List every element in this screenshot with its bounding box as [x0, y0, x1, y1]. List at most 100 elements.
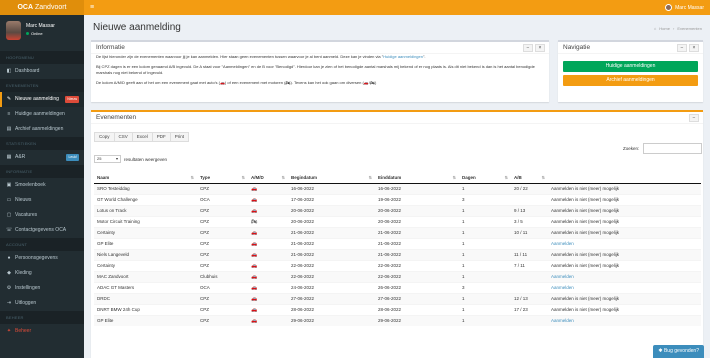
breadcrumb-home[interactable]: Home — [659, 26, 670, 31]
sidebar-section-header: STATISTIEKEN — [0, 137, 84, 150]
pdf-button[interactable]: PDF — [151, 132, 171, 142]
car-icon: 🚗 — [251, 229, 258, 236]
register-link[interactable]: Aanmelden — [551, 318, 574, 323]
csv-button[interactable]: CSV — [113, 132, 133, 142]
table-cell: 1 — [459, 226, 511, 238]
sidebar-item-vacatures[interactable]: ▢ Vacatures — [0, 208, 84, 223]
copy-button[interactable]: Copy — [94, 132, 115, 142]
column-header[interactable]: Dagen ⇅ — [459, 172, 511, 184]
table-cell: DNRT BMW 24h Cup — [94, 303, 197, 315]
page-length-select[interactable]: 25 — [94, 155, 121, 163]
table-cell: 20-06-2022 — [375, 215, 459, 227]
table-row: SRO Testeiddag CPZ 🚗 16-06-2022 16-06-2022 1 2… — [94, 182, 701, 194]
register-link[interactable]: Aanmelden — [551, 274, 574, 279]
column-header[interactable]: Type ⇅ — [197, 172, 248, 184]
sidebar-item-kleding[interactable]: ◆ Kleding — [0, 266, 84, 281]
table-cell: 3 / 5 — [511, 215, 548, 227]
table-row: Niels Langeveld CPZ 🚗 21-06-2022 21-06-2022 1… — [94, 248, 701, 260]
table-cell: 16-06-2022 — [288, 182, 375, 194]
sidebar-item-uitloggen[interactable]: ⇥ Uitloggen — [0, 296, 84, 311]
edit-icon: ✎ — [6, 96, 12, 102]
sidebar-item-contactgegevens-oca[interactable]: ☏ Contactgegevens OCA — [0, 223, 84, 238]
hamburger-icon[interactable]: ≡ — [90, 3, 94, 12]
print-button[interactable]: Print — [169, 132, 190, 142]
sidebar-item-persoonsgegevens[interactable]: ● Persoonsgegevens — [0, 251, 84, 266]
table-row: DRDC CPZ 🚗 27-06-2022 27-06-2022 1 12 / 13 Aanm… — [94, 292, 701, 304]
column-header[interactable]: A/B ⇅ — [511, 172, 548, 184]
table-cell: 21-06-2022 — [375, 237, 459, 249]
table-cell: 10 / 11 — [511, 226, 548, 238]
current-registrations-link[interactable]: Huidige aanmeldingen — [383, 54, 423, 59]
top-user-menu[interactable]: Marc Massar — [665, 3, 704, 12]
sidebar-section-header: ACCOUNT — [0, 238, 84, 251]
table-cell: 21-06-2022 — [375, 226, 459, 238]
column-header[interactable]: Einddatum ⇅ — [375, 172, 459, 184]
table-cell: 1 — [459, 248, 511, 260]
close-icon: × — [538, 45, 542, 51]
sidebar-section-header: HOOFDMENU — [0, 51, 84, 64]
table-cell: 🚗 — [248, 314, 288, 326]
sidebar-item-nieuwe-aanmelding[interactable]: ✎ Nieuwe aanmelding Nieuw — [0, 92, 84, 107]
column-header[interactable]: Begindatum ⇅ — [288, 172, 375, 184]
close-button[interactable]: × — [535, 44, 545, 52]
bug-report-button[interactable]: ✱ Bug gevonden? — [653, 345, 704, 358]
column-header[interactable] — [548, 172, 701, 184]
table-row: Certainty CPZ 🚗 21-06-2022 21-06-2022 1 10 / 1… — [94, 226, 701, 238]
sidebar-item-smoelenboek[interactable]: ▣ Smoelenboek — [0, 178, 84, 193]
sidebar-item-nieuws[interactable]: ▭ Nieuws — [0, 193, 84, 208]
sidebar-item-beheer[interactable]: ✦ Beheer — [0, 324, 84, 339]
table-cell: MAC Zandvoort — [94, 270, 197, 282]
events-box-title: Evenementen — [96, 114, 137, 121]
table-cell: CPZ — [197, 182, 248, 194]
collapse-button[interactable]: − — [523, 44, 533, 52]
table-row: Motor Circuit Training CPZ 🏍 20-06-2022 20-0… — [94, 215, 701, 227]
motorcycle-icon: 🏍 — [251, 218, 258, 225]
collapse-button[interactable]: − — [689, 114, 699, 122]
archive-registrations-button[interactable]: Archief aanmeldingen — [563, 75, 698, 86]
register-link[interactable]: Aanmelden — [551, 285, 574, 290]
search-input[interactable] — [643, 143, 702, 154]
column-header[interactable]: Naam ⇅ — [94, 172, 197, 184]
sidebar-item-instellingen[interactable]: ⚙ Instellingen — [0, 281, 84, 296]
column-header[interactable]: A/M/D ⇅ — [248, 172, 288, 184]
book-icon: ▣ — [6, 182, 12, 188]
sidebar-item-label: Persoonsgegevens — [15, 255, 58, 261]
table-cell: 7 / 11 — [511, 259, 548, 271]
close-button[interactable]: × — [689, 44, 699, 52]
sidebar-item-huidige-aanmeldingen[interactable]: ≡ Huidige aanmeldingen — [0, 107, 84, 122]
table-cell: 17 / 23 — [511, 303, 548, 315]
collapse-button[interactable]: − — [677, 44, 687, 52]
minus-icon: − — [680, 45, 684, 51]
table-cell: OCA — [197, 193, 248, 205]
minus-icon: − — [526, 45, 530, 51]
table-cell: 9 / 13 — [511, 204, 548, 216]
table-cell: CPZ — [197, 259, 248, 271]
current-registrations-button[interactable]: Huidige aanmeldingen — [563, 61, 698, 72]
register-link[interactable]: Aanmelden — [551, 241, 574, 246]
sidebar-item-label: Beheer — [15, 328, 32, 334]
top-navbar: ≡ Marc Massar — [84, 0, 710, 15]
brand-logo[interactable]: OCA Zandvoort — [0, 0, 84, 15]
table-cell — [511, 193, 548, 205]
chart-icon: ▦ — [6, 154, 12, 160]
table-cell: CPZ — [197, 226, 248, 238]
car-icon: 🚗 — [251, 240, 258, 247]
sidebar-item-a-r[interactable]: ▦ A&R Leuk! — [0, 150, 84, 165]
user-status: Online — [26, 31, 43, 36]
sidebar: Marc Massar Online HOOFDMENU ◧ Dashboard EV… — [0, 15, 84, 358]
car-icon: 🚗 — [251, 306, 258, 313]
excel-button[interactable]: Excel — [131, 132, 153, 142]
table-cell: 22-06-2022 — [375, 259, 459, 271]
sidebar-item-label: Vacatures — [15, 212, 38, 218]
table-cell: 20-06-2022 — [288, 215, 375, 227]
sidebar-item-dashboard[interactable]: ◧ Dashboard — [0, 64, 84, 79]
table-cell: 20-06-2022 — [375, 204, 459, 216]
sidebar-item-archief-aanmeldingen[interactable]: ▤ Archief aanmeldingen — [0, 122, 84, 137]
table-cell: CPZ — [197, 314, 248, 326]
sort-icon: ⇅ — [504, 175, 508, 180]
avatar — [6, 21, 21, 40]
bug-icon: ✱ — [658, 348, 663, 354]
sort-icon: ⇅ — [452, 175, 456, 180]
wrench-icon: ✦ — [6, 328, 12, 334]
table-cell: CPZ — [197, 248, 248, 260]
